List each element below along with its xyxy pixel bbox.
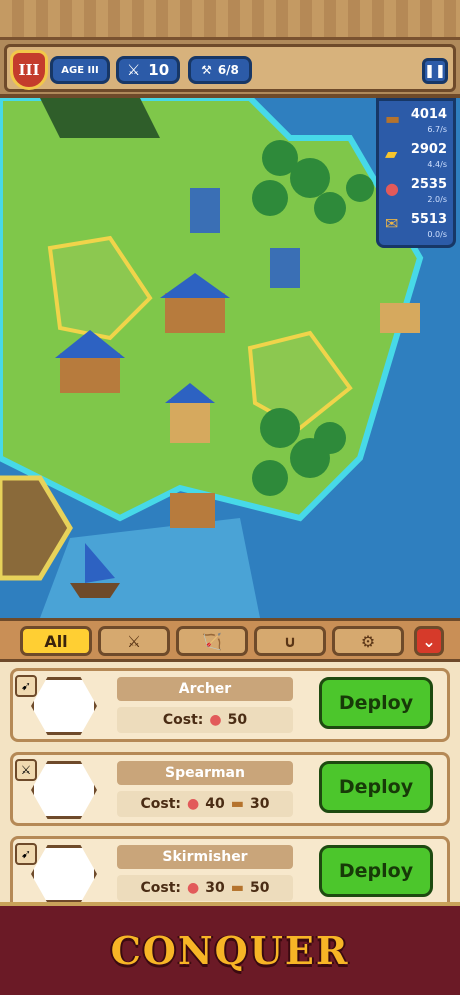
unit-card-spearman: ⚔ Spearman Cost: ● 40 ▬ 30 Deploy xyxy=(10,752,450,826)
skirmisher-portrait xyxy=(31,845,97,903)
sword-icon: ⚔ xyxy=(126,61,141,79)
meat-cost: 30 xyxy=(205,880,225,896)
unit-card-skirmisher: ➹ Skirmisher Cost: ● 30 ▬ 50 Deploy xyxy=(10,836,450,910)
cost-label: Cost: xyxy=(140,796,182,812)
cost-label: Cost: xyxy=(140,880,182,896)
meat-icon: ● xyxy=(209,712,222,728)
horseshoe-icon: ∪ xyxy=(283,631,297,651)
tab-all[interactable]: All xyxy=(20,626,92,656)
scroll-icon: ✉ xyxy=(385,214,399,233)
unit-cost: Cost: ● 40 ▬ 30 xyxy=(117,791,293,817)
scroll-rate: 0.0/s xyxy=(427,230,447,239)
deploy-spearman-button[interactable]: Deploy xyxy=(319,761,433,813)
sword-icon: ⚔ xyxy=(15,759,37,781)
tab-cavalry[interactable]: ∪ xyxy=(254,626,326,656)
hammer-icon: ⚒ xyxy=(201,63,212,77)
resource-wood: ▬ 4014 6.7/s xyxy=(383,105,449,140)
wood-icon: ▬ xyxy=(230,880,244,896)
worker-pill[interactable]: ⚒ 6/8 xyxy=(188,56,252,84)
pause-button[interactable]: ❚❚ xyxy=(422,58,448,84)
age-emblem-icon[interactable]: III xyxy=(10,50,48,90)
age-roman: III xyxy=(18,61,40,79)
unit-list: ➹ Archer Cost: ● 50 Deploy ⚔ Spearman Co… xyxy=(0,662,460,910)
meat-value: 2535 xyxy=(410,177,447,192)
meat-cost: 50 xyxy=(227,712,248,728)
resource-gold: ▰ 2902 4.4/s xyxy=(383,140,449,175)
promo-banner: CONQUER xyxy=(0,902,460,995)
wood-rate: 6.7/s xyxy=(427,125,447,134)
bow-icon: ➹ xyxy=(15,675,37,697)
deploy-archer-button[interactable]: Deploy xyxy=(319,677,433,729)
wood-icon: ▬ xyxy=(230,796,244,812)
sword-count: 10 xyxy=(148,61,170,79)
meat-icon: ● xyxy=(385,179,399,198)
dark-hill xyxy=(40,98,160,138)
meat-icon: ● xyxy=(187,880,200,896)
unit-card-archer: ➹ Archer Cost: ● 50 Deploy xyxy=(10,668,450,742)
top-bar: III AGE III ⚔ 10 ⚒ 6/8 ❚❚ xyxy=(0,0,460,98)
bow-icon: ➹ xyxy=(15,843,37,865)
tab-siege[interactable]: ⚙ xyxy=(332,626,404,656)
unit-name: Skirmisher xyxy=(117,845,293,869)
chevron-down-icon: ⌄ xyxy=(422,631,436,651)
resource-panel: ▬ 4014 6.7/s ▰ 2902 4.4/s ● 2535 2.0/s ✉… xyxy=(376,98,456,248)
gold-value: 2902 xyxy=(410,142,447,157)
sword-icon: ⚔ xyxy=(126,631,142,651)
scroll-value: 5513 xyxy=(410,212,447,227)
unit-name: Spearman xyxy=(117,761,293,785)
tab-melee[interactable]: ⚔ xyxy=(98,626,170,656)
gold-rate: 4.4/s xyxy=(427,160,447,169)
tab-ranged[interactable]: 🏹 xyxy=(176,626,248,656)
wood-cost: 50 xyxy=(249,880,270,896)
unit-name: Archer xyxy=(117,677,293,701)
tab-all-label: All xyxy=(44,631,68,651)
unit-tabs: All ⚔ 🏹 ∪ ⚙ ⌄ xyxy=(0,618,460,662)
resource-meat: ● 2535 2.0/s xyxy=(383,175,449,210)
wood-value: 4014 xyxy=(410,107,447,122)
resource-scroll: ✉ 5513 0.0/s xyxy=(383,210,449,245)
age-label: AGE III xyxy=(61,64,99,76)
meat-rate: 2.0/s xyxy=(427,195,447,204)
meat-cost: 40 xyxy=(205,796,225,812)
worker-count: 6/8 xyxy=(217,63,239,77)
age-pill[interactable]: AGE III xyxy=(50,56,110,84)
unit-cost: Cost: ● 50 xyxy=(117,707,293,733)
deploy-skirmisher-button[interactable]: Deploy xyxy=(319,845,433,897)
bow-icon: 🏹 xyxy=(202,631,222,651)
gears-icon: ⚙ xyxy=(360,631,376,651)
meat-icon: ● xyxy=(187,796,200,812)
unit-cost: Cost: ● 30 ▬ 50 xyxy=(117,875,293,901)
cost-label: Cost: xyxy=(162,712,204,728)
sword-pill[interactable]: ⚔ 10 xyxy=(116,56,180,84)
wood-cost: 30 xyxy=(249,796,270,812)
gold-icon: ▰ xyxy=(385,144,398,163)
greek-border xyxy=(0,0,460,40)
spearman-portrait xyxy=(31,761,97,819)
collapse-button[interactable]: ⌄ xyxy=(414,626,444,656)
banner-text: CONQUER xyxy=(110,928,350,973)
wood-icon: ▬ xyxy=(385,109,401,128)
archer-portrait xyxy=(31,677,97,735)
pause-icon: ❚❚ xyxy=(424,63,446,79)
